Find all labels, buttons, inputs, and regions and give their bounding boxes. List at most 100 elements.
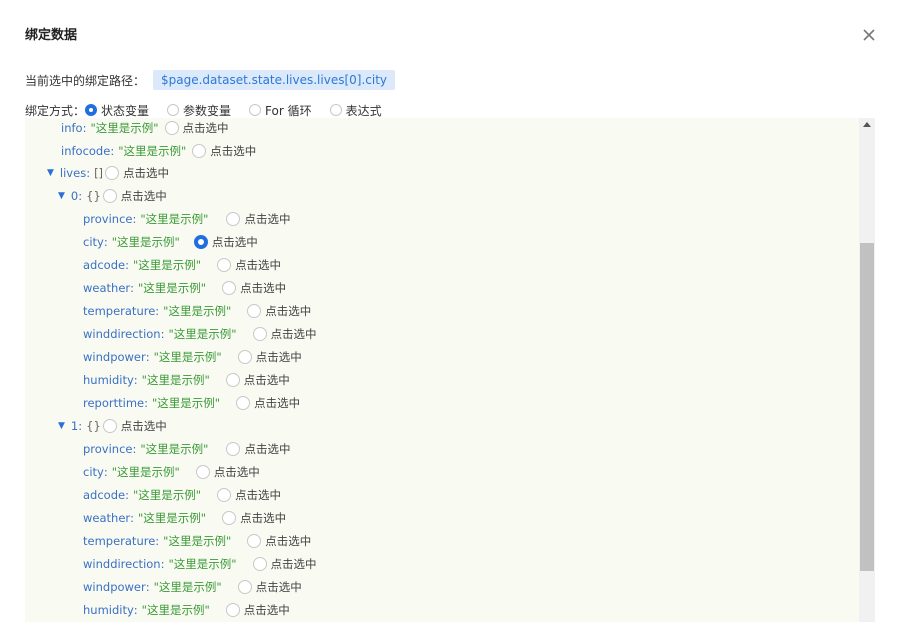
mode-option-for-loop[interactable]: For 循环 bbox=[249, 102, 312, 119]
tree-field-temperature: temperature: "这里是示例" 点击选中 bbox=[83, 533, 312, 549]
close-icon[interactable] bbox=[858, 24, 880, 46]
select-radio[interactable]: 点击选中 bbox=[102, 418, 167, 434]
node-value: "这里是示例" bbox=[90, 121, 159, 135]
select-label: 点击选中 bbox=[235, 488, 282, 502]
collapse-toggle-icon[interactable]: ▼ bbox=[58, 421, 65, 431]
select-radio[interactable]: 点击选中 bbox=[225, 372, 290, 388]
radio-icon[interactable] bbox=[195, 465, 210, 479]
select-label: 点击选中 bbox=[265, 534, 312, 548]
select-radio[interactable]: 点击选中 bbox=[225, 602, 290, 618]
scrollbar-thumb[interactable] bbox=[860, 243, 874, 571]
tree-field-windpower: windpower: "这里是示例" 点击选中 bbox=[83, 579, 302, 595]
select-radio[interactable]: 点击选中 bbox=[226, 441, 290, 457]
radio-icon[interactable] bbox=[193, 235, 208, 249]
node-key: weather bbox=[83, 281, 131, 295]
tree-node-lives: ▼ lives: [] 点击选中 bbox=[47, 165, 170, 181]
radio-icon[interactable] bbox=[329, 104, 342, 116]
select-label: 点击选中 bbox=[120, 189, 167, 203]
select-radio[interactable]: 点击选中 bbox=[217, 257, 281, 273]
node-key: windpower bbox=[83, 350, 146, 364]
radio-icon[interactable] bbox=[226, 442, 241, 456]
select-radio[interactable]: 点击选中 bbox=[217, 487, 281, 503]
radio-icon[interactable] bbox=[252, 327, 267, 341]
radio-icon[interactable] bbox=[237, 580, 252, 594]
tree-node-infocode: infocode: "这里是示例" 点击选中 bbox=[61, 143, 257, 159]
node-value: [] bbox=[94, 166, 104, 180]
tree-field-humidity: humidity: "这里是示例" 点击选中 bbox=[83, 602, 290, 618]
select-radio[interactable]: 点击选中 bbox=[252, 556, 317, 572]
node-value: "这里是示例" bbox=[140, 212, 209, 226]
node-key: 0 bbox=[70, 189, 79, 203]
radio-icon[interactable] bbox=[222, 281, 237, 295]
node-value: "这里是示例" bbox=[111, 465, 180, 479]
select-radio[interactable]: 点击选中 bbox=[164, 120, 229, 136]
node-key: province bbox=[83, 212, 133, 226]
select-radio[interactable]: 点击选中 bbox=[222, 280, 286, 296]
tree-node-lives-0: ▼ 0: {} 点击选中 bbox=[58, 188, 167, 204]
mode-option-param[interactable]: 参数变量 bbox=[167, 102, 231, 119]
radio-icon[interactable] bbox=[222, 511, 237, 525]
radio-icon[interactable] bbox=[192, 144, 207, 158]
node-key: temperature bbox=[83, 534, 156, 548]
radio-icon[interactable] bbox=[167, 104, 180, 116]
radio-icon[interactable] bbox=[85, 104, 98, 116]
node-value: {} bbox=[86, 419, 101, 433]
radio-icon[interactable] bbox=[247, 534, 262, 548]
radio-icon[interactable] bbox=[225, 373, 240, 387]
select-label: 点击选中 bbox=[243, 603, 290, 617]
radio-icon[interactable] bbox=[217, 488, 232, 502]
select-radio[interactable]: 点击选中 bbox=[237, 579, 302, 595]
node-key: winddirection bbox=[83, 327, 161, 341]
tree-node-info: info: "这里是示例" 点击选中 bbox=[61, 120, 229, 136]
tree-field-adcode: adcode: "这里是示例" 点击选中 bbox=[83, 257, 282, 273]
node-value: "这里是示例" bbox=[132, 488, 202, 502]
radio-icon[interactable] bbox=[247, 304, 262, 318]
select-radio[interactable]: 点击选中 bbox=[237, 349, 302, 365]
radio-icon[interactable] bbox=[225, 603, 240, 617]
tree-field-humidity: humidity: "这里是示例" 点击选中 bbox=[83, 372, 290, 388]
radio-icon[interactable] bbox=[237, 350, 252, 364]
radio-icon[interactable] bbox=[102, 419, 117, 433]
select-radio[interactable]: 点击选中 bbox=[247, 303, 311, 319]
collapse-toggle-icon[interactable]: ▼ bbox=[47, 168, 54, 178]
tree-scrollbar[interactable] bbox=[859, 118, 875, 622]
select-label: 点击选中 bbox=[123, 166, 170, 180]
select-radio[interactable]: 点击选中 bbox=[192, 143, 256, 159]
node-value: "这里是示例" bbox=[138, 281, 207, 295]
radio-icon[interactable] bbox=[102, 189, 117, 203]
radio-icon[interactable] bbox=[249, 104, 262, 116]
select-radio[interactable]: 点击选中 bbox=[105, 165, 169, 181]
node-value: "这里是示例" bbox=[141, 603, 210, 617]
radio-icon[interactable] bbox=[226, 212, 241, 226]
scroll-up-arrow-icon[interactable] bbox=[863, 122, 871, 127]
radio-icon[interactable] bbox=[252, 557, 267, 571]
select-radio[interactable]: 点击选中 bbox=[193, 234, 258, 250]
node-value: {} bbox=[86, 189, 101, 203]
mode-option-state[interactable]: 状态变量 bbox=[85, 102, 149, 119]
node-key: reporttime bbox=[83, 396, 145, 410]
tree-field-province: province: "这里是示例" 点击选中 bbox=[83, 441, 291, 457]
radio-icon[interactable] bbox=[236, 396, 251, 410]
select-radio[interactable]: 点击选中 bbox=[102, 188, 167, 204]
select-label: 点击选中 bbox=[120, 419, 167, 433]
select-label: 点击选中 bbox=[270, 327, 317, 341]
collapse-toggle-icon[interactable]: ▼ bbox=[58, 191, 65, 201]
select-radio[interactable]: 点击选中 bbox=[247, 533, 311, 549]
binding-path-value: $page.dataset.state.lives.lives[0].city bbox=[153, 70, 396, 90]
mode-option-expression[interactable]: 表达式 bbox=[329, 102, 382, 119]
select-radio[interactable]: 点击选中 bbox=[195, 464, 260, 480]
tree-field-weather: weather: "这里是示例" 点击选中 bbox=[83, 510, 287, 526]
select-radio[interactable]: 点击选中 bbox=[222, 510, 286, 526]
radio-icon[interactable] bbox=[164, 121, 179, 135]
select-label: 点击选中 bbox=[243, 373, 290, 387]
select-radio[interactable]: 点击选中 bbox=[236, 395, 300, 411]
radio-icon[interactable] bbox=[105, 166, 120, 180]
data-tree-panel: info: "这里是示例" 点击选中 infocode: "这里是示例" 点击选… bbox=[25, 118, 875, 622]
tree-field-windpower: windpower: "这里是示例" 点击选中 bbox=[83, 349, 302, 365]
binding-path-label: 当前选中的绑定路径： bbox=[25, 73, 146, 88]
select-label: 点击选中 bbox=[211, 235, 258, 249]
radio-icon[interactable] bbox=[217, 258, 232, 272]
select-radio[interactable]: 点击选中 bbox=[226, 211, 290, 227]
mode-option-label: 表达式 bbox=[345, 103, 382, 118]
select-radio[interactable]: 点击选中 bbox=[252, 326, 317, 342]
